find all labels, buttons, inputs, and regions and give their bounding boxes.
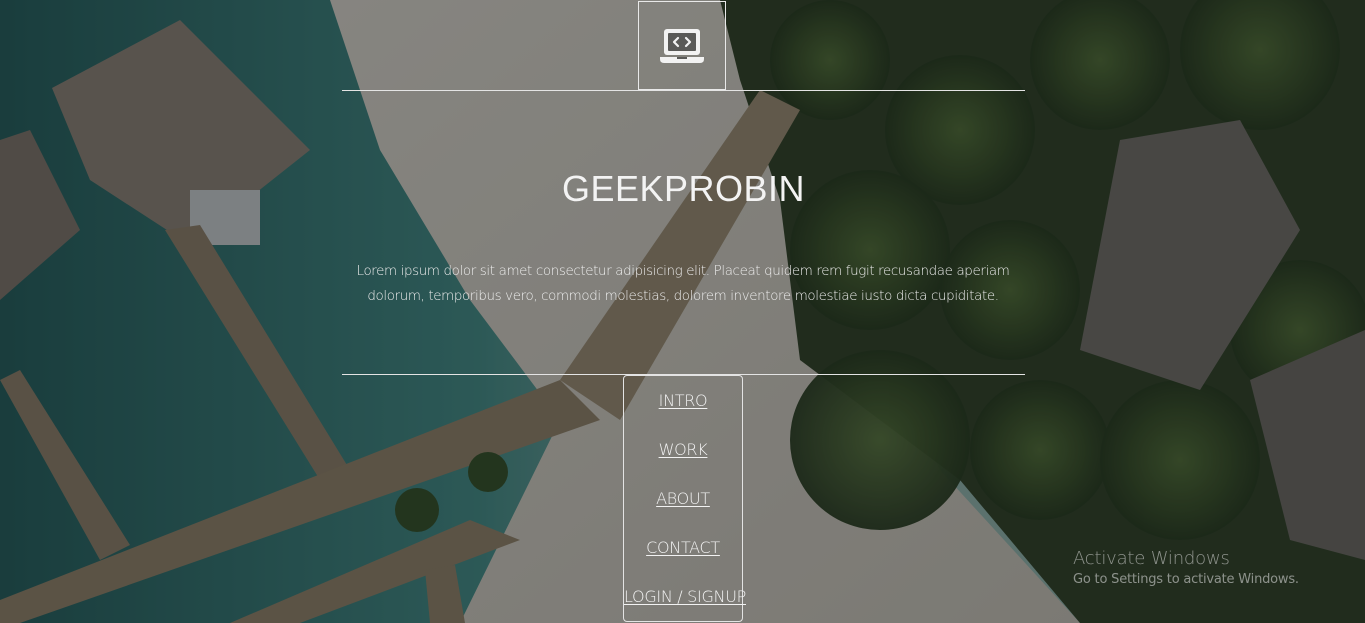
nav-link-work[interactable]: WORK [624, 440, 742, 459]
activate-windows-watermark: Activate Windows Go to Settings to activ… [1073, 548, 1299, 590]
watermark-title: Activate Windows [1073, 548, 1230, 569]
logo-box[interactable] [638, 1, 726, 90]
site-title: GEEKPROBIN [561, 168, 806, 209]
nav-link-about[interactable]: ABOUT [624, 489, 742, 508]
nav-link-intro[interactable]: INTRO [624, 391, 742, 410]
main-nav: INTRO WORK ABOUT CONTACT LOGIN / SIGNUP [623, 375, 746, 622]
page: GEEKPROBIN Lorem ipsum dolor sit amet co… [0, 0, 1365, 623]
laptop-code-icon [658, 26, 706, 66]
top-divider [342, 90, 1025, 91]
intro-paragraph: Lorem ipsum dolor sit amet consectetur a… [356, 264, 1010, 304]
nav-link-login-signup[interactable]: LOGIN / SIGNUP [624, 587, 746, 606]
watermark-subtitle: Go to Settings to activate Windows. [1073, 572, 1299, 587]
nav-link-contact[interactable]: CONTACT [624, 538, 742, 557]
